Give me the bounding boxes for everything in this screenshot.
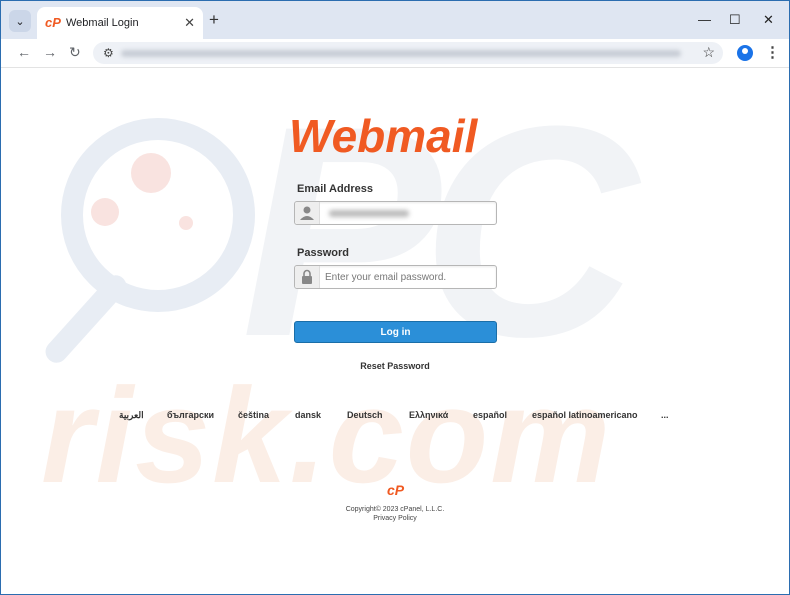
language-link[interactable]: العربية — [119, 410, 144, 421]
tab-search-button[interactable]: ⌄ — [9, 10, 31, 32]
browser-toolbar: ← → ↻ ⚙ ☆ ⋮ — [1, 39, 789, 68]
copyright-text: Copyright© 2023 cPanel, L.L.C. — [345, 506, 445, 513]
watermark-magnifier-icon — [61, 118, 255, 312]
user-icon — [295, 202, 320, 224]
watermark-dot — [179, 216, 193, 230]
watermark-dot — [131, 153, 171, 193]
lock-icon — [295, 266, 320, 288]
close-window-button[interactable]: ✕ — [763, 12, 774, 28]
watermark-risk-text: risk.com — [41, 360, 613, 511]
password-field[interactable] — [294, 265, 497, 289]
back-button[interactable]: ← — [17, 44, 31, 60]
bookmark-star-icon[interactable]: ☆ — [702, 44, 715, 61]
minimize-button[interactable]: — — [698, 12, 711, 27]
browser-window: ⌄ cP Webmail Login ✕ + — ☐ ✕ ← → ↻ ⚙ ☆ ⋮… — [0, 0, 790, 595]
profile-avatar-icon[interactable] — [737, 45, 753, 61]
browser-menu-icon[interactable]: ⋮ — [765, 43, 780, 61]
forward-button[interactable]: → — [43, 44, 57, 60]
url-text-blurred — [121, 50, 681, 57]
language-link[interactable]: български — [167, 410, 214, 420]
watermark-dot — [91, 198, 119, 226]
email-value-blurred — [329, 210, 409, 217]
login-button[interactable]: Log in — [294, 321, 497, 343]
email-field[interactable] — [294, 201, 497, 225]
more-languages-link[interactable]: ... — [661, 410, 669, 420]
maximize-button[interactable]: ☐ — [729, 12, 741, 28]
password-input[interactable] — [325, 266, 493, 288]
language-link[interactable]: čeština — [238, 410, 269, 420]
address-bar[interactable]: ⚙ ☆ — [93, 42, 723, 64]
language-link[interactable]: Deutsch — [347, 410, 383, 420]
privacy-policy-link[interactable]: Privacy Policy — [1, 515, 789, 522]
site-info-icon[interactable]: ⚙ — [103, 46, 114, 60]
language-link[interactable]: dansk — [295, 410, 321, 420]
tab-bar: ⌄ cP Webmail Login ✕ + — ☐ ✕ — [1, 1, 789, 39]
new-tab-button[interactable]: + — [209, 11, 219, 28]
webmail-logo: Webmail — [289, 110, 479, 162]
language-link[interactable]: español latinoamericano — [532, 410, 638, 420]
password-label: Password — [297, 247, 349, 259]
webmail-logo-text: Webmail — [289, 110, 479, 162]
cpanel-logo-icon: cP — [387, 482, 405, 498]
language-link[interactable]: Ελληνικά — [409, 410, 448, 420]
reset-password-link[interactable]: Reset Password — [1, 361, 789, 371]
watermark-magnifier-handle — [41, 270, 131, 368]
language-link[interactable]: español — [473, 410, 507, 420]
email-label: Email Address — [297, 183, 374, 195]
reload-button[interactable]: ↻ — [69, 44, 81, 61]
tab-close-icon[interactable]: ✕ — [184, 15, 195, 31]
page-content: PC risk.com Webmail Email Address Passwo… — [1, 68, 789, 594]
cpanel-favicon-icon: cP — [45, 15, 61, 30]
tab-title: Webmail Login — [66, 17, 139, 29]
active-tab[interactable]: cP Webmail Login ✕ — [37, 7, 203, 39]
